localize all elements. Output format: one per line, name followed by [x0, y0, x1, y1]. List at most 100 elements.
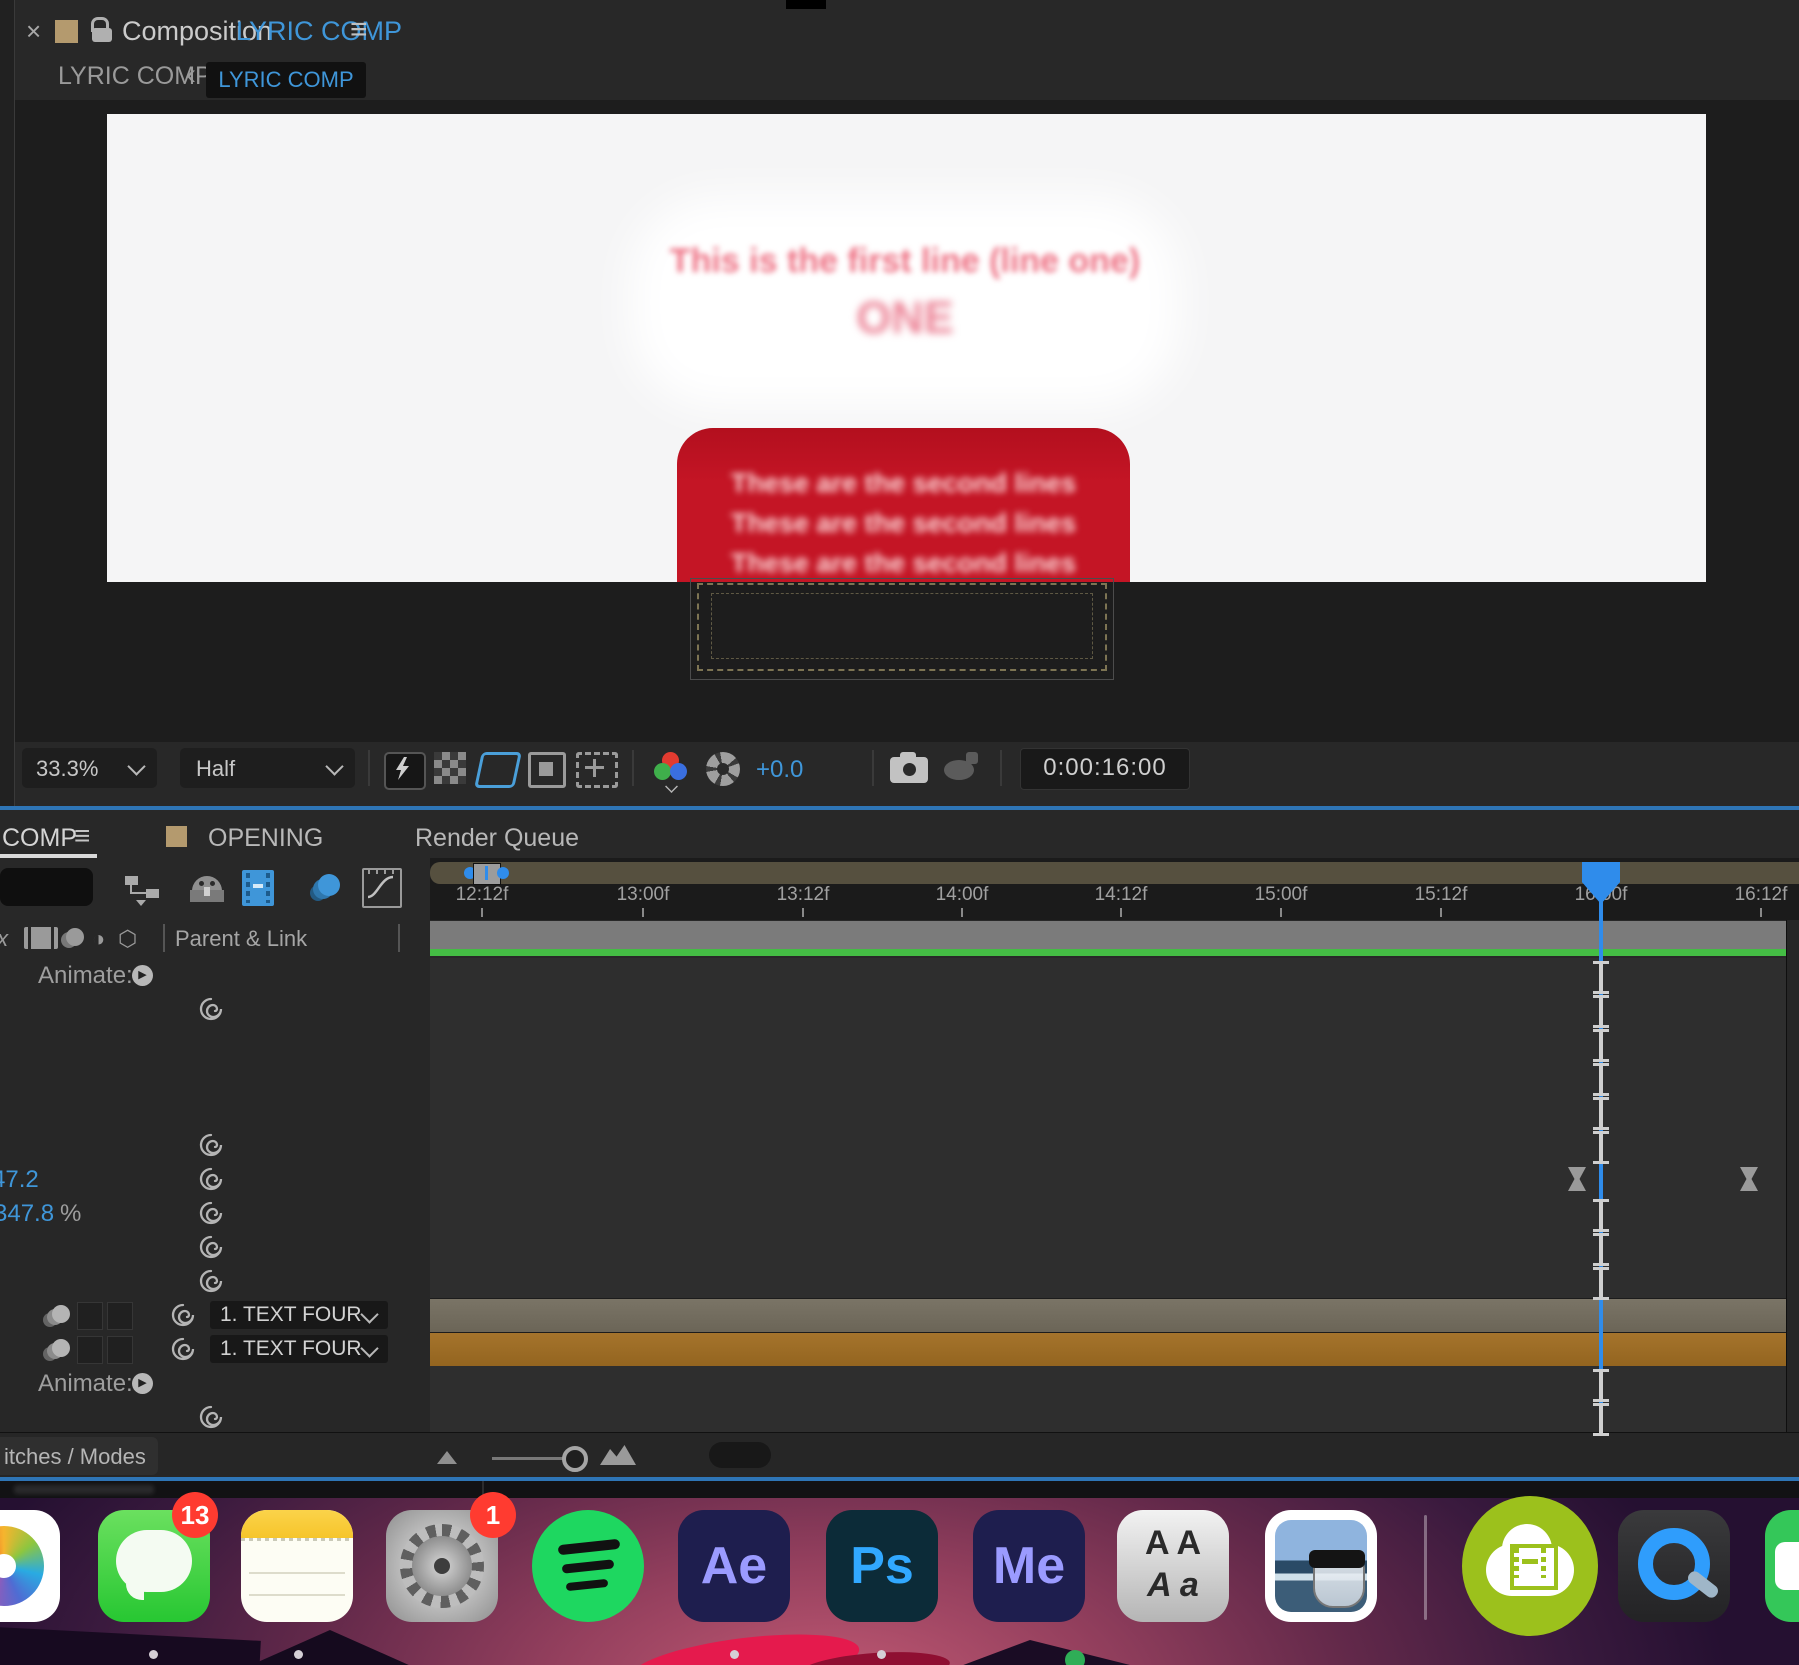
parent-select[interactable]: 1. TEXT FOUR — [210, 1335, 388, 1363]
snapshot-camera-icon[interactable] — [890, 752, 930, 784]
switch-cell[interactable] — [107, 1336, 133, 1364]
shy-layers-icon[interactable] — [190, 874, 224, 904]
mask-roi-icon[interactable] — [474, 752, 522, 788]
property-value[interactable]: 47.2 — [0, 1166, 39, 1194]
keyframe-ibeam-icon[interactable] — [1593, 1267, 1609, 1300]
dock-facetime-icon[interactable] — [1765, 1510, 1799, 1622]
timeline-zoom-knob[interactable] — [562, 1446, 588, 1472]
timeline-row[interactable] — [0, 992, 1799, 1028]
zoom-in-mountain-icon[interactable] — [600, 1445, 636, 1465]
timecode-box[interactable]: 0:00:16:00 — [1020, 748, 1190, 790]
keyframe-ibeam-icon[interactable] — [1593, 1369, 1609, 1402]
timeline-row[interactable] — [0, 1264, 1799, 1300]
tab-lyric-comp[interactable]: COMP — [2, 824, 77, 853]
timeline-layer-row[interactable]: 1. TEXT FOUR — [0, 1332, 1799, 1368]
keyframe-ibeam-icon[interactable] — [1593, 1097, 1609, 1130]
pick-whip-icon[interactable] — [198, 996, 224, 1022]
show-snapshot-icon[interactable] — [944, 752, 980, 784]
timeline-row[interactable] — [0, 1026, 1799, 1062]
tab-opening[interactable]: OPENING — [208, 824, 323, 853]
pick-whip-icon[interactable] — [170, 1302, 196, 1328]
transparency-grid-icon[interactable] — [434, 752, 466, 784]
dock-photos-icon[interactable] — [0, 1510, 60, 1622]
safe-zones-icon[interactable] — [528, 752, 566, 788]
timeline-row-value[interactable]: 347.8% — [0, 1196, 1799, 1232]
timeline-row[interactable] — [0, 1400, 1799, 1436]
timecode-search-box[interactable] — [0, 868, 93, 906]
exposure-value[interactable]: +0.0 — [756, 756, 803, 784]
dock-media-encoder-icon[interactable]: Me — [973, 1510, 1085, 1622]
keyframe-ibeam-icon[interactable] — [1593, 1233, 1609, 1266]
dock-after-effects-icon[interactable]: Ae — [678, 1510, 790, 1622]
pick-whip-icon[interactable] — [198, 1234, 224, 1260]
pick-whip-icon[interactable] — [198, 1268, 224, 1294]
frame-blend-icon[interactable] — [242, 870, 274, 906]
pick-whip-icon[interactable] — [198, 1132, 224, 1158]
keyframe-ibeam-icon[interactable] — [1593, 1029, 1609, 1062]
timeline-scrollbar-thumb[interactable] — [709, 1442, 771, 1468]
dock-spotify-icon[interactable] — [532, 1510, 644, 1622]
keyframe-ibeam-icon[interactable] — [1593, 1131, 1609, 1164]
pick-whip-icon[interactable] — [198, 1166, 224, 1192]
panel-title-comp-name[interactable]: LYRIC COMP — [236, 16, 402, 47]
unlock-icon[interactable] — [91, 17, 114, 43]
timeline-row[interactable] — [0, 1060, 1799, 1096]
keyframe-hourglass-icon[interactable] — [1567, 1166, 1587, 1192]
pick-whip-icon[interactable] — [170, 1336, 196, 1362]
graph-editor-icon[interactable] — [362, 868, 402, 908]
property-value[interactable]: 347.8 — [0, 1200, 54, 1228]
tab-render-queue[interactable]: Render Queue — [415, 824, 579, 853]
region-of-interest-icon[interactable] — [576, 752, 618, 788]
show-channel-icon[interactable] — [650, 752, 690, 793]
quality-column-icon[interactable]: ◑ — [92, 926, 105, 952]
timeline-row-value[interactable]: 47.2 — [0, 1162, 1799, 1197]
dock-photoshop-icon[interactable]: Ps — [826, 1510, 938, 1622]
parent-select[interactable]: 1. TEXT FOUR — [210, 1301, 388, 1329]
pick-whip-icon[interactable] — [198, 1404, 224, 1430]
keyframe-ibeam-icon[interactable] — [1593, 1403, 1609, 1436]
timeline-row[interactable] — [0, 1230, 1799, 1266]
animate-add-icon[interactable]: ▶ — [132, 1373, 153, 1394]
frame-blend-column-icon[interactable] — [24, 927, 58, 949]
pick-whip-icon[interactable] — [198, 1200, 224, 1226]
panel-divider-line[interactable] — [0, 806, 1799, 810]
toggle-switches-modes-button[interactable]: itches / Modes — [0, 1437, 158, 1475]
panel-menu-icon[interactable]: ≡ — [350, 13, 368, 47]
motion-blur-toggle-icon[interactable] — [52, 1339, 70, 1357]
motion-blur-icon[interactable] — [306, 872, 340, 904]
timeline-right-gutter[interactable] — [1786, 920, 1799, 1432]
fx-column-icon[interactable]: fx — [0, 926, 8, 952]
zoom-out-mountain-icon[interactable] — [437, 1451, 457, 1464]
dock-notes-icon[interactable] — [241, 1510, 353, 1622]
motion-blur-column-icon[interactable] — [66, 928, 84, 946]
switch-cell[interactable] — [107, 1302, 133, 1330]
zoom-region-handle[interactable] — [464, 862, 509, 885]
zoom-select[interactable]: 33.3% — [22, 748, 157, 788]
keyframe-ibeam-icon[interactable] — [1593, 1199, 1609, 1232]
dock-quicktime-icon[interactable] — [1618, 1510, 1730, 1622]
motion-blur-toggle-icon[interactable] — [52, 1305, 70, 1323]
comp-flowchart-icon[interactable] — [124, 872, 162, 906]
keyframe-ibeam-icon[interactable] — [1593, 1063, 1609, 1096]
close-icon[interactable]: × — [26, 16, 41, 47]
breadcrumb-current-box[interactable]: LYRIC COMP — [206, 62, 366, 98]
keyframe-ibeam-icon[interactable] — [1593, 995, 1609, 1028]
dock-preview-icon[interactable] — [1265, 1510, 1377, 1622]
cube-3d-column-icon[interactable]: ⬡ — [118, 926, 137, 952]
dock-font-book-icon[interactable]: A A A a — [1117, 1510, 1229, 1622]
timeline-row[interactable]: Animate: ▶ — [0, 958, 1799, 994]
timeline-row[interactable]: Animate: ▶ — [0, 1366, 1799, 1402]
work-area-bar[interactable] — [430, 921, 1799, 949]
text-layer-bounds[interactable] — [690, 578, 1114, 680]
resolution-select[interactable]: Half — [180, 748, 355, 788]
keyframe-hourglass-icon[interactable] — [1739, 1166, 1759, 1192]
animate-add-icon[interactable]: ▶ — [132, 965, 153, 986]
keyframe-ibeam-icon[interactable] — [1593, 961, 1609, 994]
timeline-layer-row[interactable]: 1. TEXT FOUR — [0, 1298, 1799, 1334]
switch-cell[interactable] — [77, 1302, 103, 1330]
exposure-icon[interactable] — [706, 752, 740, 786]
fast-preview-icon[interactable] — [384, 752, 426, 790]
red-lyric-box[interactable]: These are the second lines These are the… — [677, 428, 1130, 582]
switch-cell[interactable] — [77, 1336, 103, 1364]
dock-cloud-video-icon[interactable] — [1462, 1496, 1598, 1636]
